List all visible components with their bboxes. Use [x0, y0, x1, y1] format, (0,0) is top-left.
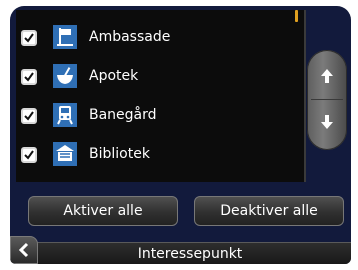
list-item-label: Bibliotek: [89, 146, 150, 162]
library-building-icon: [53, 142, 77, 166]
device-frame: Ambassade Apotek Banegård Bibliotek Akti…: [0, 0, 358, 270]
list-item-label: Banegård: [89, 107, 157, 123]
scroll-down-button[interactable]: [311, 102, 343, 144]
arrow-down-icon: [321, 115, 333, 129]
poi-list: Ambassade Apotek Banegård Bibliotek: [16, 10, 306, 182]
list-item-label: Apotek: [89, 68, 139, 84]
screen-title: Interessepunkt: [137, 246, 243, 262]
deactivate-all-button[interactable]: Deaktiver alle: [194, 196, 344, 226]
back-button[interactable]: [10, 236, 38, 264]
list-item[interactable]: Banegård: [16, 100, 304, 138]
checkbox-checked[interactable]: [21, 108, 37, 124]
list-item[interactable]: Ambassade: [16, 22, 304, 60]
scrollbar[interactable]: [307, 50, 347, 150]
embassy-flag-icon: [53, 25, 77, 49]
checkmark-icon: [24, 72, 34, 82]
checkmark-icon: [24, 150, 34, 160]
checkbox-checked[interactable]: [21, 30, 37, 46]
screen: Ambassade Apotek Banegård Bibliotek Akti…: [10, 6, 351, 264]
arrow-up-icon: [321, 69, 333, 83]
train-station-icon: [53, 103, 77, 127]
scroll-up-button[interactable]: [311, 56, 343, 98]
scrollbar-divider: [311, 99, 343, 100]
pharmacy-mortar-icon: [53, 64, 77, 88]
list-item-label: Ambassade: [89, 29, 171, 45]
checkbox-checked[interactable]: [21, 69, 37, 85]
checkmark-icon: [24, 33, 34, 43]
checkmark-icon: [24, 111, 34, 121]
scroll-position-indicator: [295, 10, 298, 22]
list-item[interactable]: Apotek: [16, 61, 304, 99]
checkbox-checked[interactable]: [21, 147, 37, 163]
list-item[interactable]: Bibliotek: [16, 139, 304, 177]
chevron-left-icon: [18, 242, 29, 258]
activate-all-button[interactable]: Aktiver alle: [28, 196, 178, 226]
